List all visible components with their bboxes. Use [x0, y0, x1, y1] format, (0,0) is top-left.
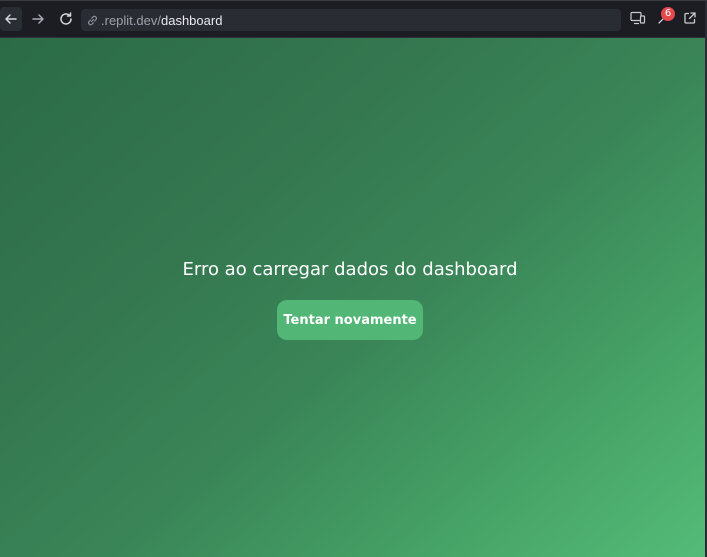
forward-button[interactable] [27, 7, 49, 31]
forward-arrow-icon [31, 12, 45, 26]
browser-toolbar: .replit.dev/dashboard 6 [0, 1, 705, 38]
page-viewport: Erro ao carregar dados do dashboard Tent… [0, 38, 705, 557]
devices-icon [630, 11, 646, 30]
reload-button[interactable] [55, 7, 77, 31]
url-domain: .replit.dev/ [101, 12, 161, 28]
notification-badge: 6 [661, 7, 675, 21]
url-path: dashboard [160, 12, 223, 28]
browser-window: .replit.dev/dashboard 6 Erro ao carregar… [0, 0, 707, 557]
external-link-icon [683, 11, 697, 30]
back-button[interactable] [0, 7, 22, 31]
address-bar[interactable]: .replit.dev/dashboard [81, 9, 621, 31]
reload-icon [58, 11, 74, 27]
back-arrow-icon [4, 12, 18, 26]
link-icon [86, 14, 99, 27]
devices-button[interactable] [628, 10, 648, 30]
error-message: Erro ao carregar dados do dashboard [182, 259, 518, 280]
retry-button[interactable]: Tentar novamente [277, 300, 423, 340]
open-external-button[interactable] [680, 10, 700, 30]
